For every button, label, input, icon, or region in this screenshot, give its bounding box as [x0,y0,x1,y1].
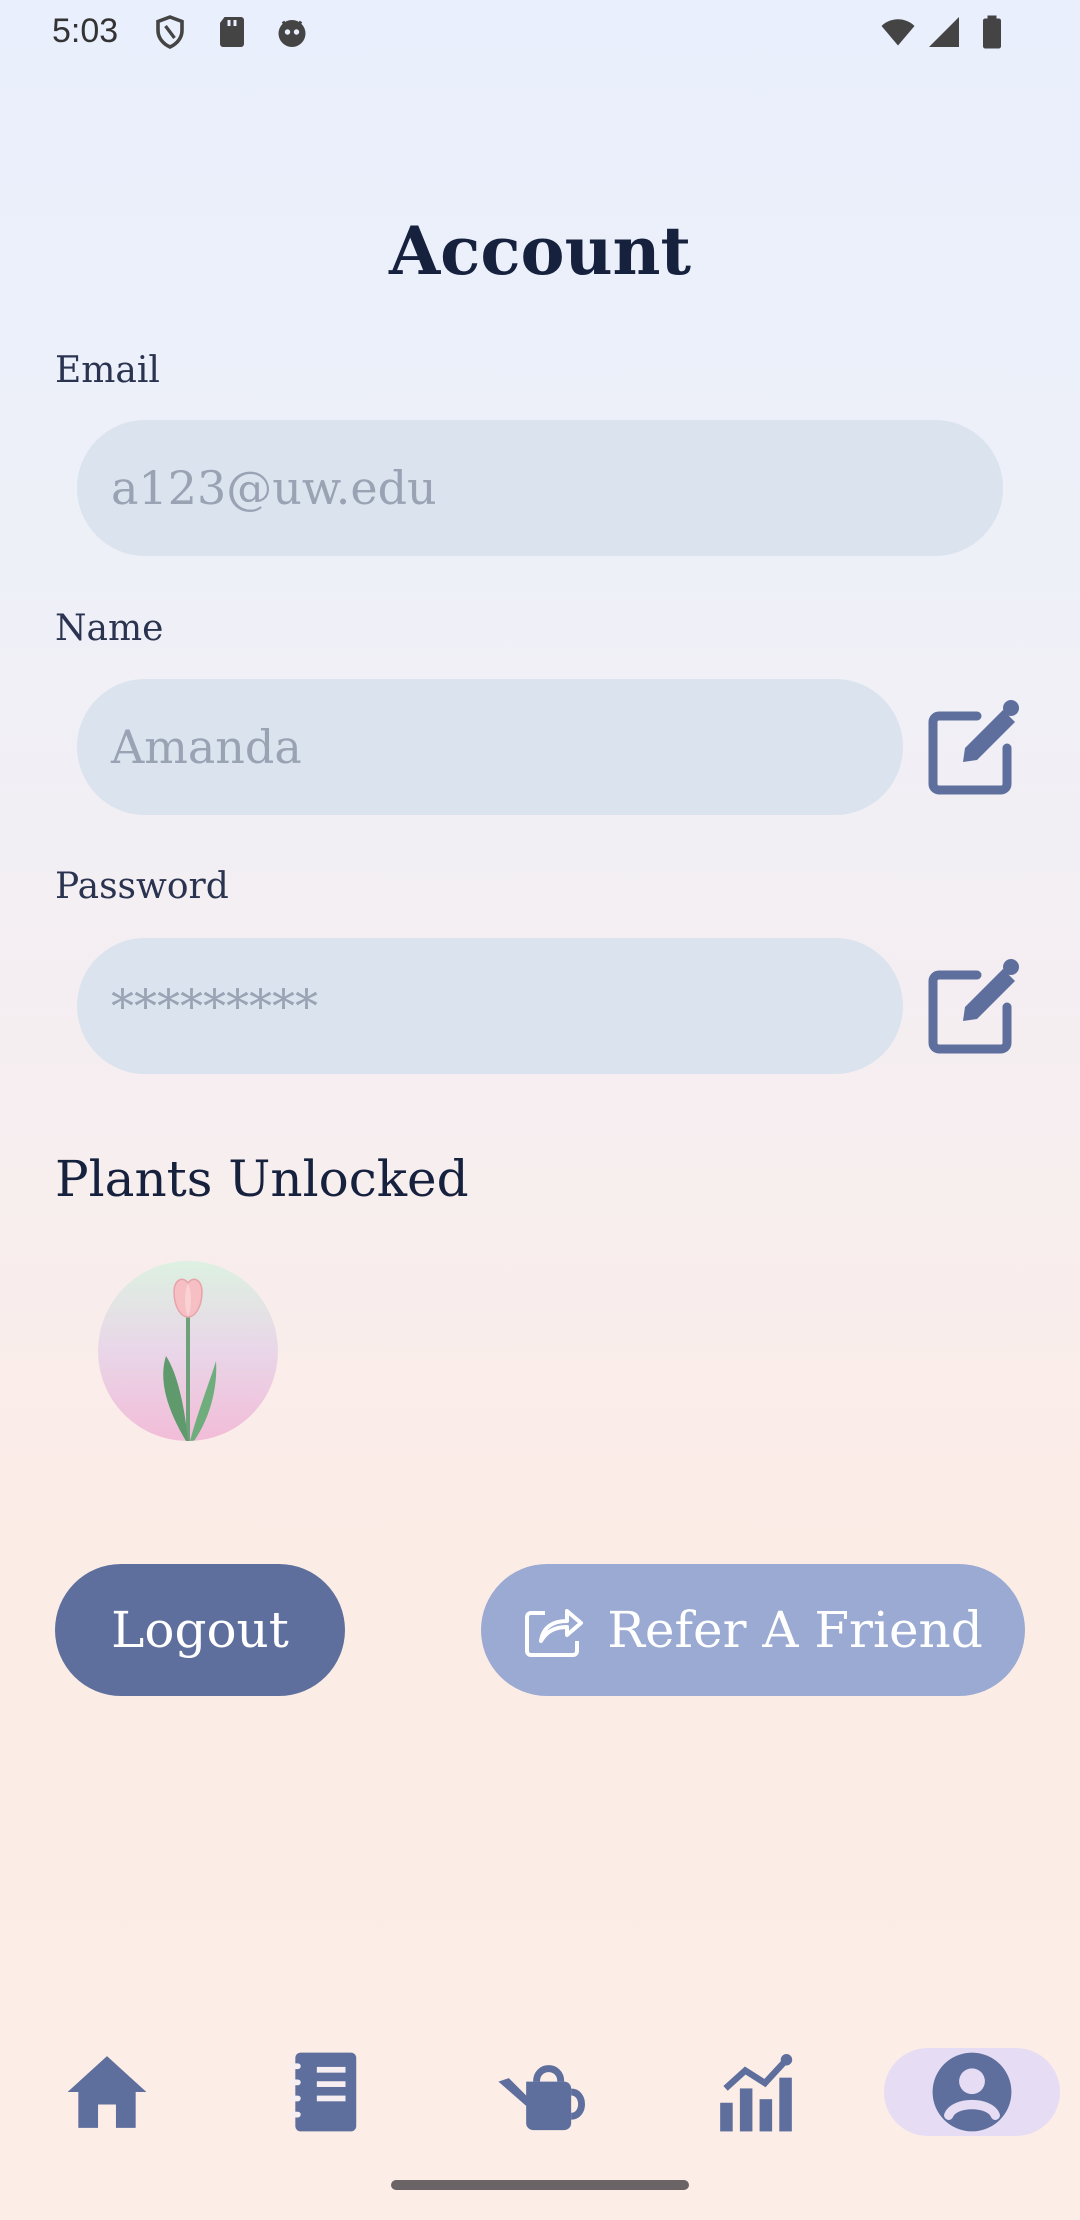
wifi-icon [881,19,915,46]
refer-label: Refer A Friend [607,1601,983,1659]
logout-label: Logout [111,1601,289,1659]
robot-face-icon [278,20,306,47]
email-field: a123@uw.edu [77,420,1003,556]
page-title: Account [388,212,692,290]
password-field[interactable]: ********* [77,938,903,1074]
edit-password-button[interactable] [925,957,1025,1057]
password-value: ********* [111,979,318,1033]
battery-icon [983,15,1001,49]
stats-icon [720,2054,793,2132]
nav-home[interactable] [57,2042,157,2142]
email-value: a123@uw.edu [111,461,437,515]
share-icon [525,1609,584,1657]
edit-icon [928,700,1019,795]
bottom-nav [0,2030,1080,2160]
status-time: 5:03 [52,12,119,50]
tulip-icon [163,1278,217,1441]
home-icon [67,2056,147,2128]
nav-journal[interactable] [274,2042,374,2142]
refer-friend-button[interactable]: Refer A Friend [481,1564,1025,1696]
shield-icon [156,15,184,49]
name-field[interactable]: Amanda [77,679,903,815]
nav-stats[interactable] [706,2042,806,2142]
journal-icon [289,2052,357,2132]
cellular-signal-icon [929,17,959,47]
status-bar: 5:03 [0,0,1080,66]
edit-icon [928,959,1019,1054]
tulip-plant-badge[interactable] [98,1261,278,1441]
home-indicator [391,2180,689,2190]
edit-name-button[interactable] [925,698,1025,798]
plants-unlocked-title: Plants Unlocked [55,1150,469,1208]
account-icon [932,2052,1012,2132]
nav-watering[interactable] [490,2042,590,2142]
email-label: Email [55,350,160,391]
sd-card-icon [220,17,244,47]
nav-account[interactable] [922,2042,1022,2142]
name-value: Amanda [111,720,302,774]
password-label: Password [55,866,229,907]
logout-button[interactable]: Logout [55,1564,345,1696]
name-label: Name [55,608,164,649]
watering-can-icon [498,2065,585,2131]
